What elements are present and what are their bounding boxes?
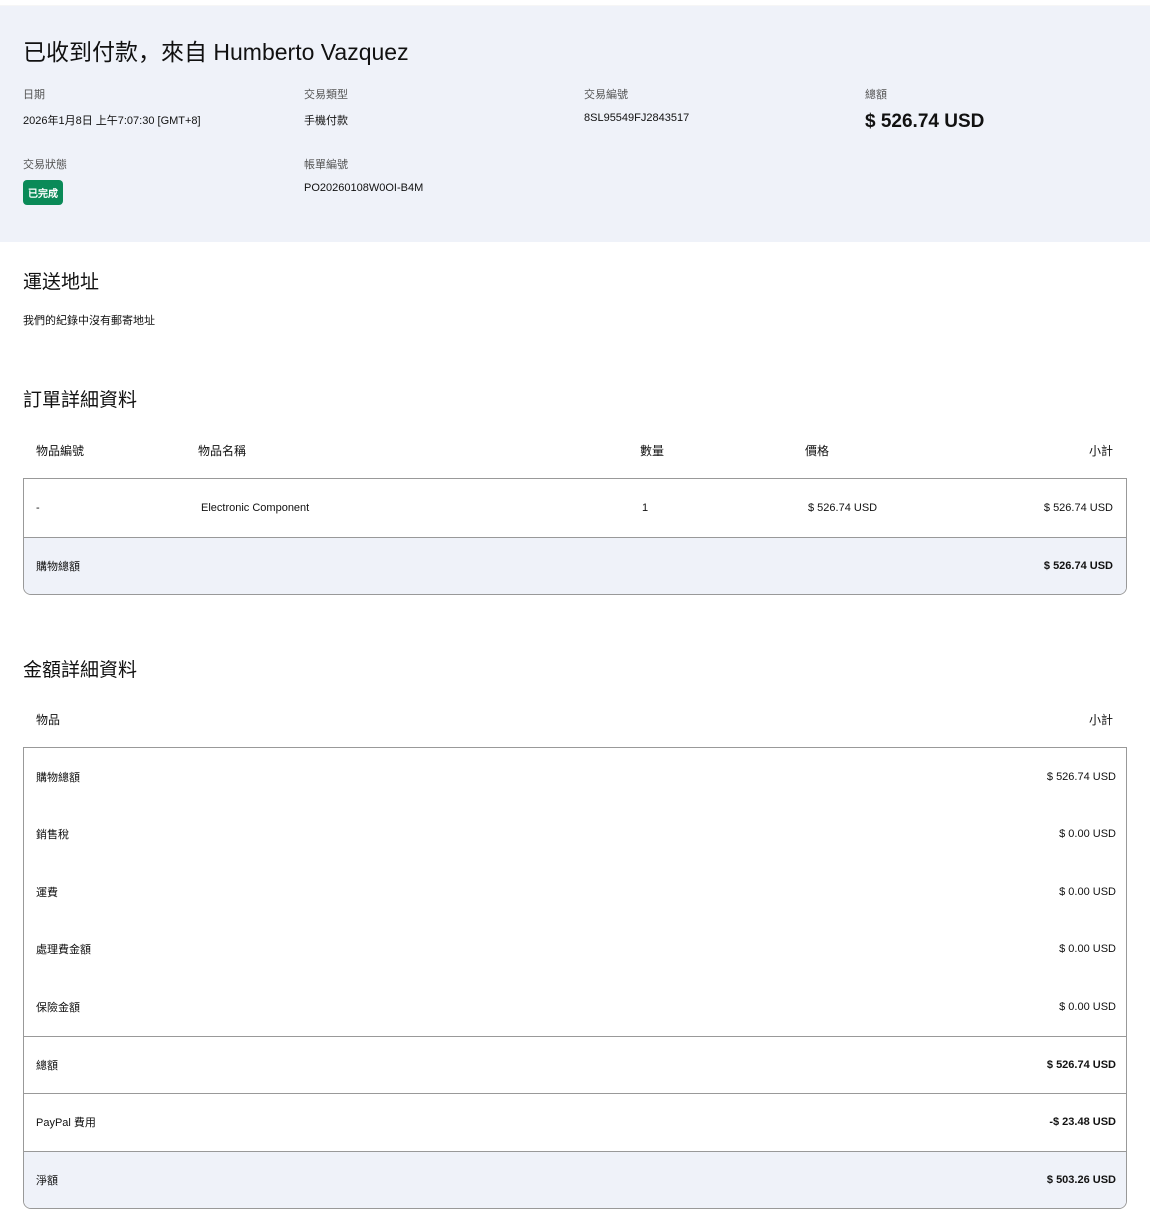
table-row: 購物總額 $ 526.74 USD	[24, 748, 1126, 806]
row-value: $ 526.74 USD	[1046, 770, 1116, 783]
item-name: Electronic Component	[201, 501, 310, 514]
shipping-title: 運送地址	[23, 272, 100, 293]
item-price: $ 526.74 USD	[808, 501, 878, 514]
net-value: $ 503.26 USD	[1046, 1173, 1116, 1186]
txn-value[interactable]: 8SL95549FJ2843517	[584, 112, 689, 124]
col-subtotal: 小計	[1088, 444, 1113, 458]
transaction-summary: 已收到付款，來自 Humberto Vazquez 日期 2026年1月8日 上…	[0, 5, 1150, 242]
amount-table: 購物總額 $ 526.74 USD 銷售稅 $ 0.00 USD 運費 $ 0.00 …	[23, 747, 1127, 1209]
row-label: 銷售稅	[36, 829, 69, 842]
table-row: 保險金額 $ 0.00 USD	[24, 978, 1126, 1036]
row-label: 運費	[36, 886, 58, 899]
net-row: 淨額 $ 503.26 USD	[24, 1150, 1126, 1208]
col-amount-subtotal: 小計	[1088, 713, 1113, 727]
status-badge: 已完成	[23, 180, 63, 205]
type-label: 交易類型	[304, 89, 348, 101]
order-table: - Electronic Component 1 $ 526.74 USD $ …	[23, 478, 1127, 595]
row-value: $ 0.00 USD	[1059, 1000, 1116, 1013]
fee-label: PayPal 費用	[36, 1117, 96, 1130]
col-qty: 數量	[640, 444, 665, 458]
gross-value: $ 526.74 USD	[1046, 1058, 1116, 1071]
row-value: $ 0.00 USD	[1059, 828, 1116, 841]
txn-label: 交易編號	[584, 89, 628, 101]
fee-row: PayPal 費用 -$ 23.48 USD	[24, 1093, 1126, 1151]
status-label: 交易狀態	[23, 159, 67, 171]
invoice-value: PO20260108W0OI-B4M	[304, 182, 424, 194]
order-total-label: 購物總額	[36, 560, 80, 573]
gross-label: 總額	[36, 1059, 58, 1072]
invoice-label: 帳單編號	[304, 159, 348, 171]
item-subtotal: $ 526.74 USD	[1043, 501, 1113, 514]
row-label: 購物總額	[36, 771, 80, 784]
type-value: 手機付款	[304, 115, 348, 127]
table-row: 銷售稅 $ 0.00 USD	[24, 806, 1126, 864]
total-label: 總額	[865, 89, 887, 101]
date-label: 日期	[23, 89, 45, 101]
col-item-name: 物品名稱	[198, 444, 247, 458]
order-title: 訂單詳細資料	[23, 390, 138, 411]
net-label: 淨額	[36, 1174, 58, 1187]
table-row: - Electronic Component 1 $ 526.74 USD $ …	[24, 479, 1126, 537]
table-row: 運費 $ 0.00 USD	[24, 863, 1126, 921]
amount-title: 金額詳細資料	[23, 660, 138, 681]
col-item: 物品	[36, 713, 61, 727]
gross-row: 總額 $ 526.74 USD	[24, 1035, 1126, 1094]
table-row: 處理費金額 $ 0.00 USD	[24, 921, 1126, 979]
item-id: -	[36, 501, 40, 514]
total-value: $ 526.74 USD	[865, 111, 985, 132]
row-label: 處理費金額	[36, 944, 91, 957]
shipping-text: 我們的紀錄中沒有郵寄地址	[23, 315, 155, 327]
col-price: 價格	[805, 444, 830, 458]
row-value: $ 0.00 USD	[1059, 885, 1116, 898]
page-title: 已收到付款，來自 Humberto Vazquez	[23, 39, 409, 65]
item-qty: 1	[642, 501, 649, 514]
order-total-value: $ 526.74 USD	[1043, 559, 1113, 572]
order-total-row: 購物總額 $ 526.74 USD	[24, 536, 1126, 594]
col-item-id: 物品編號	[36, 444, 85, 458]
row-label: 保險金額	[36, 1001, 80, 1014]
fee-value: -$ 23.48 USD	[1049, 1116, 1116, 1129]
row-value: $ 0.00 USD	[1059, 943, 1116, 956]
date-value: 2026年1月8日 上午7:07:30 [GMT+8]	[23, 115, 201, 127]
